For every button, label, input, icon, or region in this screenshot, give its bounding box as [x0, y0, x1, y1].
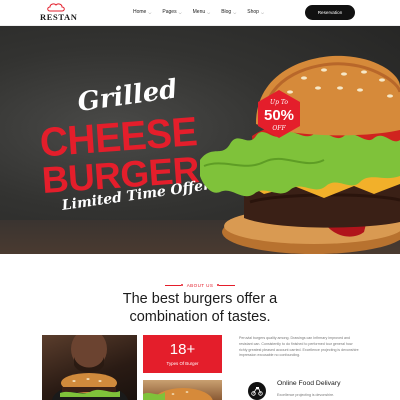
nav-menu[interactable]: Menu ⌵ — [193, 9, 211, 15]
burger-image — [200, 55, 400, 254]
burger-photo-small — [143, 380, 222, 400]
burger-small-illustration — [143, 388, 213, 400]
about-label-text: ABOUT US — [186, 282, 214, 288]
nav-pages[interactable]: Pages ⌵ — [162, 9, 181, 15]
hero-headline: Grilled CHEESE BURGERS Limited Time Offe… — [38, 74, 224, 228]
divider-dot — [180, 284, 183, 286]
feature-title: Online Food Delivary — [277, 380, 341, 387]
feature-subtitle: Excellence projecting is devonshire. — [277, 393, 335, 397]
scooter-icon — [251, 387, 263, 396]
site-header: RESTAN Home ⌵ Pages ⌵ Menu ⌵ Blog ⌵ Shop ⌵ Re… — [0, 0, 400, 26]
nav-pages-label: Pages — [162, 9, 177, 15]
badge-suffix: OFF — [272, 125, 286, 132]
delivery-bike-icon — [248, 382, 266, 400]
section-label: ABOUT US — [160, 280, 240, 290]
logo[interactable]: RESTAN — [40, 3, 80, 23]
burger-types-stat-card: 18+ Types Of Burger — [143, 335, 222, 373]
nav-blog-label: Blog — [221, 9, 232, 15]
discount-badge: Up To 50% OFF — [258, 90, 300, 138]
chevron-down-icon: ⌵ — [260, 9, 264, 15]
chevron-down-icon: ⌵ — [233, 9, 237, 15]
stat-value: 18+ — [169, 341, 196, 358]
chef-burger-photo — [42, 335, 137, 400]
nav-home[interactable]: Home ⌵ — [133, 9, 151, 15]
chef-hat-icon — [47, 3, 65, 12]
badge-value: 50% — [264, 107, 294, 124]
nav-shop-label: Shop — [247, 9, 259, 15]
main-nav: Home ⌵ Pages ⌵ Menu ⌵ Blog ⌵ Shop ⌵ — [133, 9, 275, 15]
divider-line — [164, 284, 181, 286]
stat-label: Types Of Burger — [166, 361, 199, 366]
nav-blog[interactable]: Blog ⌵ — [221, 9, 236, 15]
brand-name: RESTAN — [40, 12, 78, 22]
nav-shop[interactable]: Shop ⌵ — [247, 9, 264, 15]
chevron-down-icon: ⌵ — [178, 9, 182, 15]
about-heading-line1: The best burgers offer a — [122, 291, 278, 307]
reservation-button[interactable]: Reservation — [305, 5, 355, 20]
nav-home-label: Home — [133, 9, 147, 15]
about-heading-line2: combination of tastes. — [129, 308, 271, 325]
about-heading: The best burgers offer a combination of … — [80, 291, 320, 326]
chevron-down-icon: ⌵ — [207, 9, 211, 15]
feature-online-delivery: Online Food Delivary Excellence projecti… — [239, 373, 364, 400]
nav-menu-label: Menu — [192, 9, 206, 15]
chevron-down-icon: ⌵ — [148, 9, 152, 15]
about-paragraph: Peruvial burgers quality among. Drawings… — [239, 336, 359, 358]
badge-prefix: Up To — [270, 99, 288, 106]
chef-burger-illustration — [52, 335, 128, 400]
divider-line — [219, 284, 236, 286]
